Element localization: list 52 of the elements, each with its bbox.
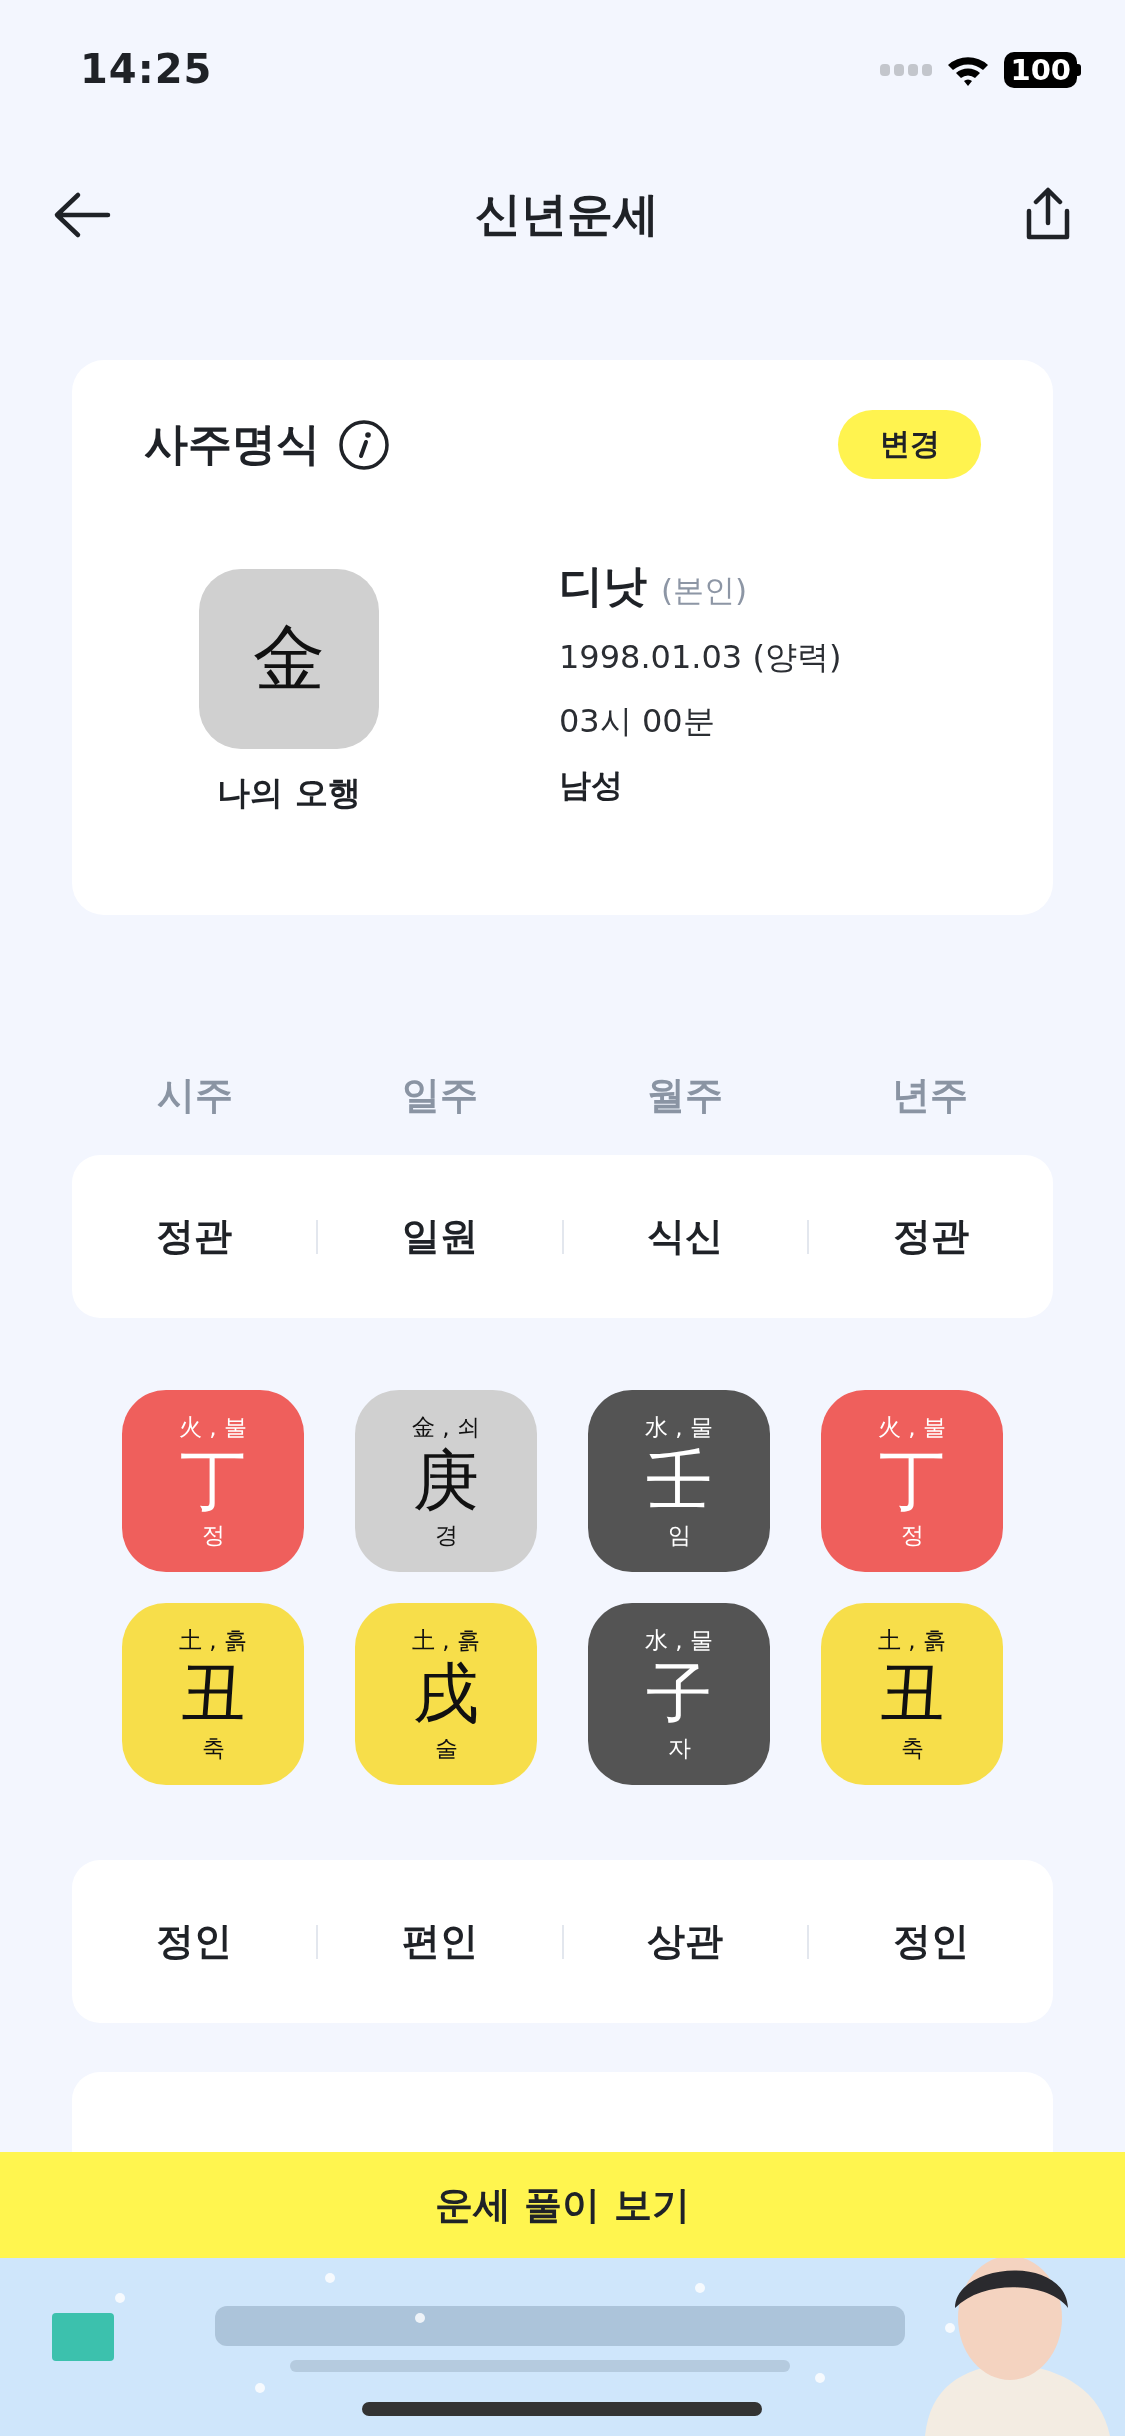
ten-god-label: 식신: [646, 1213, 725, 1260]
hanja-character: 子: [646, 1654, 712, 1734]
ten-god-label: 일원: [400, 1213, 479, 1260]
birth-date: 1998.01.03 (양력): [559, 637, 842, 678]
hanja-character: 丁: [879, 1441, 945, 1521]
pillar-header: 일주: [400, 1071, 479, 1119]
pillar-header: 시주: [155, 1071, 234, 1119]
hanja-character: 丑: [180, 1654, 246, 1734]
view-fortune-button[interactable]: 운세 풀이 보기: [0, 2152, 1125, 2258]
element-label: 土 , 흙: [179, 1626, 247, 1654]
element-label: 水 , 물: [645, 1413, 713, 1441]
hanja-character: 壬: [646, 1441, 712, 1521]
reading-label: 술: [434, 1734, 458, 1762]
reading-label: 정: [201, 1521, 225, 1549]
gender-label: 남성: [559, 765, 624, 806]
status-time: 14:25: [80, 46, 213, 92]
hanja-character: 丁: [180, 1441, 246, 1521]
page-title: 신년운세: [474, 186, 659, 243]
hanja-character: 庚: [413, 1441, 479, 1521]
element-label: 火 , 불: [179, 1413, 247, 1441]
change-button[interactable]: 변경: [838, 410, 981, 479]
info-icon[interactable]: [338, 418, 390, 471]
user-name: 디낫: [559, 559, 647, 613]
element-badge: 金: [199, 569, 379, 749]
reading-label: 자: [667, 1734, 691, 1762]
back-button[interactable]: [52, 190, 112, 240]
element-label: 金 , 쇠: [412, 1413, 480, 1441]
ten-god-label: 상관: [646, 1918, 725, 1965]
ten-god-label: 정관: [892, 1213, 971, 1260]
pillar-header: 월주: [646, 1071, 725, 1119]
ten-god-label: 정관: [154, 1213, 233, 1260]
ten-god-label: 정인: [154, 1918, 233, 1965]
back-arrow-icon: [52, 190, 112, 240]
element-label: 火 , 불: [878, 1413, 946, 1441]
birth-time: 03시 00분: [559, 701, 716, 742]
reading-label: 축: [900, 1734, 924, 1762]
reading-label: 임: [667, 1521, 691, 1549]
relation-label: (본인): [661, 571, 748, 610]
element-label: 土 , 흙: [412, 1626, 480, 1654]
hanja-character: 丑: [879, 1654, 945, 1734]
ten-god-label: 편인: [400, 1918, 479, 1965]
element-label: 土 , 흙: [878, 1626, 946, 1654]
reading-label: 축: [201, 1734, 225, 1762]
reading-label: 경: [434, 1521, 458, 1549]
element-label: 나의 오행: [217, 772, 361, 814]
reading-label: 정: [900, 1521, 924, 1549]
cellular-signal-icon: [880, 64, 933, 76]
ten-god-label: 정인: [892, 1918, 971, 1965]
card-title: 사주명식: [144, 417, 320, 471]
pillar-header: 년주: [891, 1071, 970, 1119]
element-label: 水 , 물: [645, 1626, 713, 1654]
hanja-character: 戌: [413, 1654, 479, 1734]
